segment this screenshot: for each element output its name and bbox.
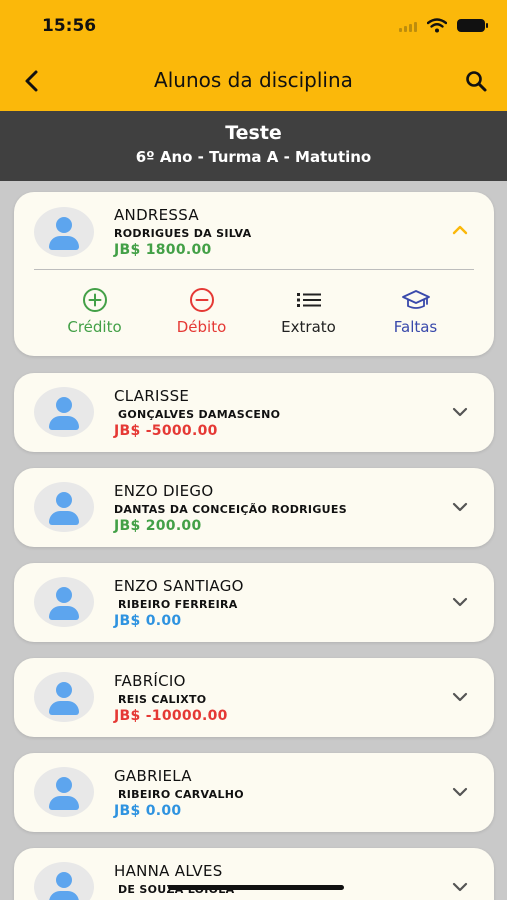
class-name: Teste [225, 122, 282, 144]
student-first-name: HANNA ALVES [114, 862, 223, 880]
student-card[interactable]: FABRÍCIO REIS CALIXTO JB$ -10000.00 [14, 658, 494, 737]
cellular-signal-icon [399, 20, 417, 32]
statement-label: Extrato [281, 318, 336, 336]
student-first-name: GABRIELA [114, 767, 192, 785]
student-last-name: RODRIGUES DA SILVA [114, 227, 252, 240]
student-balance: JB$ -10000.00 [114, 708, 228, 724]
chevron-down-icon[interactable] [450, 782, 470, 802]
home-indicator[interactable] [168, 885, 344, 890]
credit-button[interactable]: Crédito [41, 288, 148, 336]
student-card-expanded[interactable]: ANDRESSA RODRIGUES DA SILVA JB$ 1800.00 … [14, 192, 494, 356]
student-card[interactable]: ENZO DIEGO DANTAS DA CONCEIÇÃO RODRIGUES… [14, 468, 494, 547]
chevron-down-icon[interactable] [450, 402, 470, 422]
class-subtitle: 6º Ano - Turma A - Matutino [135, 148, 372, 166]
student-first-name: CLARISSE [114, 387, 190, 405]
chevron-down-icon[interactable] [450, 687, 470, 707]
avatar [34, 672, 94, 722]
student-card[interactable]: CLARISSE GONÇALVES DAMASCENO JB$ -5000.0… [14, 373, 494, 452]
student-last-name: RIBEIRO CARVALHO [118, 788, 244, 801]
plus-circle-icon [82, 288, 108, 312]
app-header: 15:56 Alunos da disciplina [0, 0, 507, 111]
avatar [34, 482, 94, 532]
avatar [34, 767, 94, 817]
credit-label: Crédito [67, 318, 122, 336]
student-last-name: REIS CALIXTO [118, 693, 207, 706]
student-balance: JB$ 0.00 [114, 803, 182, 819]
battery-icon [457, 19, 488, 32]
search-icon [466, 71, 487, 92]
student-first-name: ENZO SANTIAGO [114, 577, 244, 595]
student-last-name: RIBEIRO FERREIRA [118, 598, 238, 611]
student-balance: JB$ 200.00 [114, 518, 202, 534]
student-first-name: ANDRESSA [114, 206, 199, 224]
graduation-cap-icon [401, 288, 431, 312]
student-first-name: ENZO DIEGO [114, 482, 214, 500]
chevron-down-icon[interactable] [450, 592, 470, 612]
debit-button[interactable]: Débito [148, 288, 255, 336]
absences-button[interactable]: Faltas [362, 288, 469, 336]
student-last-name: DANTAS DA CONCEIÇÃO RODRIGUES [114, 503, 347, 516]
student-last-name: GONÇALVES DAMASCENO [118, 408, 281, 421]
search-button[interactable] [459, 64, 493, 98]
student-card[interactable]: HANNA ALVES DE SOUZA LOIOLA [14, 848, 494, 900]
student-actions: Crédito Débito Extrato Faltas [14, 288, 494, 336]
chevron-down-icon[interactable] [450, 877, 470, 897]
statement-button[interactable]: Extrato [255, 288, 362, 336]
chevron-down-icon[interactable] [450, 497, 470, 517]
student-balance: JB$ 0.00 [114, 613, 182, 629]
student-first-name: FABRÍCIO [114, 672, 186, 690]
list-icon [296, 288, 322, 312]
wifi-icon [427, 18, 447, 33]
avatar [34, 387, 94, 437]
student-balance: JB$ -5000.00 [114, 423, 218, 439]
minus-circle-icon [189, 288, 215, 312]
status-icons [399, 18, 488, 33]
class-info-banner: Teste 6º Ano - Turma A - Matutino [0, 111, 507, 181]
page-title: Alunos da disciplina [154, 68, 353, 92]
status-time: 15:56 [42, 16, 97, 36]
student-card[interactable]: GABRIELA RIBEIRO CARVALHO JB$ 0.00 [14, 753, 494, 832]
student-balance: JB$ 1800.00 [114, 242, 212, 258]
divider [34, 269, 474, 270]
avatar [34, 207, 94, 257]
avatar [34, 862, 94, 900]
student-card[interactable]: ENZO SANTIAGO RIBEIRO FERREIRA JB$ 0.00 [14, 563, 494, 642]
avatar [34, 577, 94, 627]
chevron-up-icon[interactable] [450, 220, 470, 240]
absences-label: Faltas [393, 318, 438, 336]
debit-label: Débito [176, 318, 227, 336]
